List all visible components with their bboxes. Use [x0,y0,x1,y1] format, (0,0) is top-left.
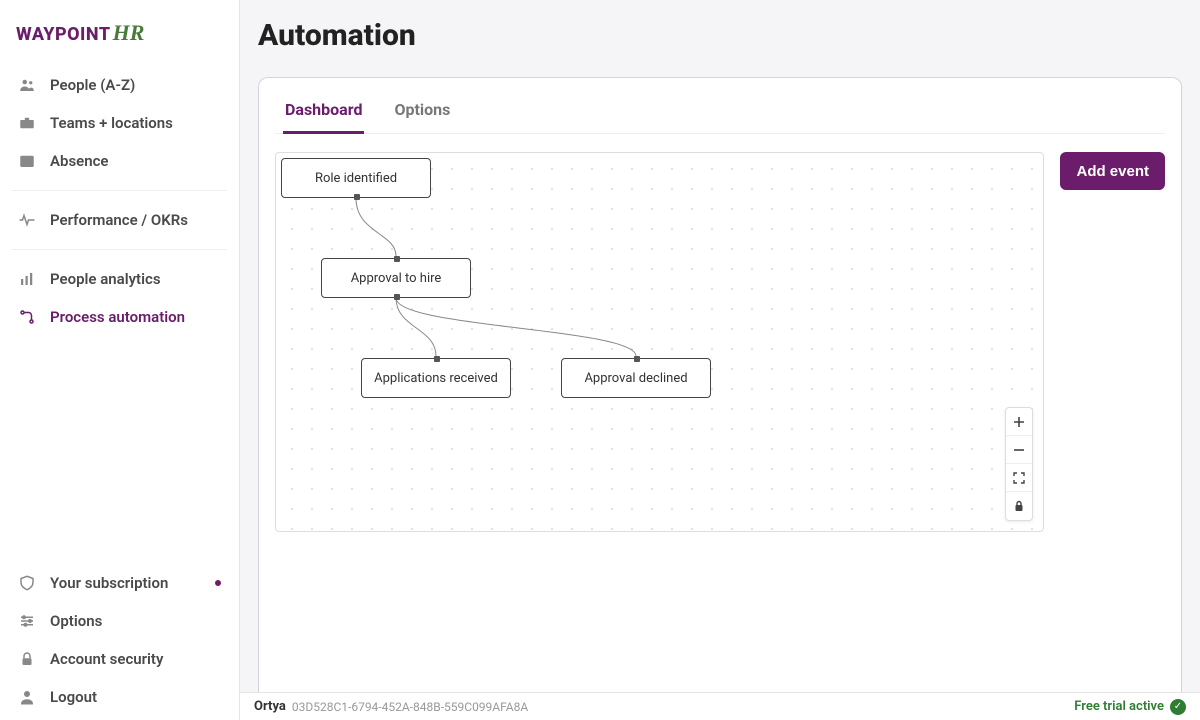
nav-teams[interactable]: Teams + locations [0,104,239,142]
nav-performance[interactable]: Performance / OKRs [0,201,239,239]
people-icon [18,76,36,94]
calendar-icon [18,152,36,170]
nav-label: Teams + locations [50,114,173,132]
app-logo: WAYPOINTHR [0,0,239,62]
automation-card: Dashboard Options Role identified Approv… [258,77,1182,720]
tab-bar: Dashboard Options [275,90,1165,134]
nav-group-mid2: People analytics Process automation [0,256,239,340]
lock-icon [18,650,36,668]
nav-analytics[interactable]: People analytics [0,260,239,298]
briefcase-icon [18,114,36,132]
nav-absence[interactable]: Absence [0,142,239,180]
node-port[interactable] [394,256,400,262]
org-uuid: 03D528C1-6794-452A-848B-559C099AFA8A [292,700,528,714]
flow-node-applications-received[interactable]: Applications received [361,358,511,398]
logo-word-1: WAYPOINT [16,24,111,45]
tab-options[interactable]: Options [392,90,452,134]
nav-options[interactable]: Options [0,602,239,640]
zoom-in-button[interactable] [1006,408,1032,436]
nav-divider [12,190,227,191]
notification-dot-icon [215,580,221,586]
nav-label: Options [50,612,102,630]
nav-subscription[interactable]: Your subscription [0,564,239,602]
nav-label: Your subscription [50,574,168,592]
work-row: Role identified Approval to hire Applica… [275,152,1165,703]
nav-group-mid1: Performance / OKRs [0,197,239,243]
node-port[interactable] [634,356,640,362]
flow-node-approval-to-hire[interactable]: Approval to hire [321,258,471,298]
org-name: Ortya [254,699,286,714]
lock-button[interactable] [1006,492,1032,520]
nav-label: Account security [50,650,163,668]
node-label: Role identified [315,171,397,186]
add-event-button[interactable]: Add event [1060,152,1165,190]
page-title: Automation [240,0,1200,71]
nav-group-top: People (A-Z) Teams + locations Absence [0,62,239,184]
nav-label: People (A-Z) [50,76,135,94]
trial-status: Free trial active [1074,699,1164,714]
node-port[interactable] [354,194,360,200]
node-label: Approval to hire [351,271,442,286]
nav-group-bottom: Your subscription Options Account securi… [0,560,239,720]
flow-node-approval-declined[interactable]: Approval declined [561,358,711,398]
nav-label: Performance / OKRs [50,211,188,229]
nav-logout[interactable]: Logout [0,678,239,716]
node-label: Approval declined [584,371,687,386]
fit-screen-button[interactable] [1006,464,1032,492]
node-label: Applications received [374,371,498,386]
node-port[interactable] [394,294,400,300]
flow-icon [18,308,36,326]
flow-edges [276,153,1043,531]
nav-people[interactable]: People (A-Z) [0,66,239,104]
check-icon: ✓ [1170,699,1186,715]
nav-label: Absence [50,152,109,170]
status-bar: Ortya 03D528C1-6794-452A-848B-559C099AFA… [240,692,1200,720]
pulse-icon [18,211,36,229]
user-icon [18,688,36,706]
sidebar: WAYPOINTHR People (A-Z) Teams + location… [0,0,240,720]
chart-icon [18,270,36,288]
nav-label: Logout [50,688,97,706]
nav-process-automation[interactable]: Process automation [0,298,239,336]
nav-spacer [0,340,239,560]
tab-dashboard[interactable]: Dashboard [283,90,364,134]
nav-label: Process automation [50,308,185,326]
main: Automation Dashboard Options Role identi… [240,0,1200,720]
node-port[interactable] [434,356,440,362]
nav-label: People analytics [50,270,161,288]
flow-canvas[interactable]: Role identified Approval to hire Applica… [275,152,1044,532]
shield-icon [18,574,36,592]
sliders-icon [18,612,36,630]
flow-node-role-identified[interactable]: Role identified [281,158,431,198]
logo-word-2: HR [113,20,145,45]
zoom-out-button[interactable] [1006,436,1032,464]
zoom-controls [1005,407,1033,521]
nav-security[interactable]: Account security [0,640,239,678]
nav-divider [12,249,227,250]
